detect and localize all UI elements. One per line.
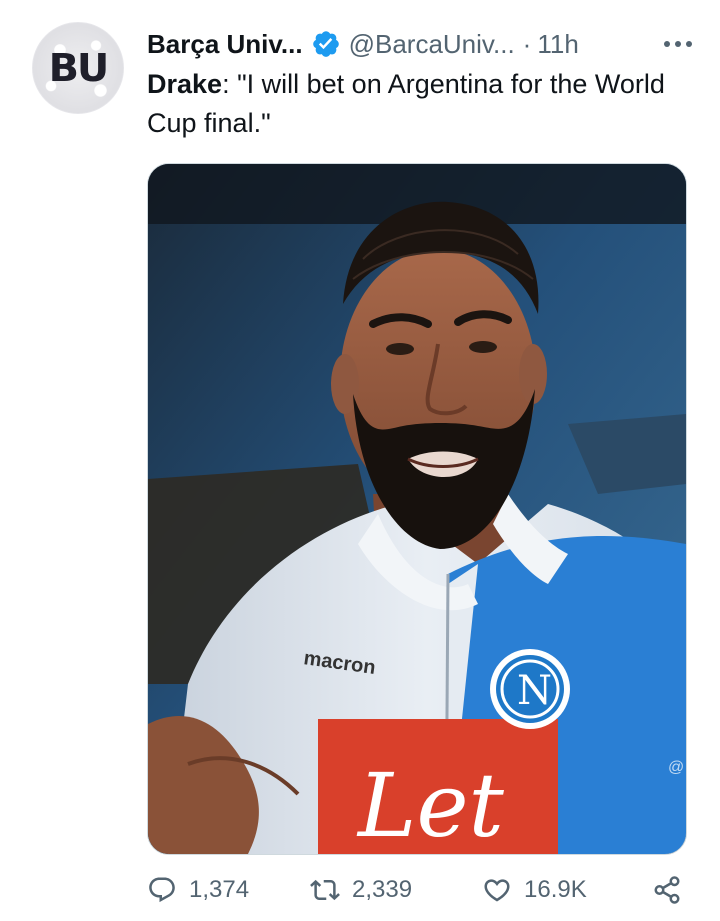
retweet-icon — [310, 879, 340, 901]
tweet-card[interactable]: BU Barça Univ... @BarcaUniv... · 11h Dra… — [0, 0, 720, 921]
retweet-button[interactable]: 2,339 — [310, 870, 412, 910]
badge-letter: N — [517, 668, 552, 714]
avatar-monogram: BU — [48, 46, 110, 90]
tweet-text-bold: Drake — [147, 69, 223, 99]
sponsor-text: Let — [356, 754, 505, 854]
like-button[interactable]: 16.9K — [482, 870, 587, 910]
retweet-count: 2,339 — [352, 876, 413, 903]
share-icon — [654, 876, 680, 904]
separator-dot: · — [522, 29, 532, 59]
tweet-header: Barça Univ... @BarcaUniv... · 11h — [147, 24, 692, 64]
tweet-text: Drake: "I will bet on Argentina for the … — [147, 65, 667, 143]
like-count: 16.9K — [524, 876, 587, 903]
display-name[interactable]: Barça Univ... — [147, 24, 303, 64]
media-illustration: Let macron N @ — [148, 164, 686, 854]
more-options-icon[interactable] — [664, 24, 692, 64]
action-bar: 1,374 2,339 16.9K — [147, 870, 692, 910]
media-corner-mark: @ — [668, 759, 684, 776]
reply-icon — [149, 877, 175, 903]
handle[interactable]: @BarcaUniv... — [349, 24, 515, 64]
verified-badge-icon — [312, 31, 339, 57]
reply-count: 1,374 — [189, 876, 250, 903]
tweet-media-image[interactable]: Let macron N @ — [147, 163, 687, 855]
avatar[interactable]: BU — [32, 22, 124, 114]
tweet-text-body: : "I will bet on Argentina for the World… — [147, 69, 665, 138]
like-icon — [484, 879, 510, 902]
reply-button[interactable]: 1,374 — [147, 870, 249, 910]
share-button[interactable] — [652, 870, 682, 910]
timestamp[interactable]: 11h — [537, 24, 578, 64]
